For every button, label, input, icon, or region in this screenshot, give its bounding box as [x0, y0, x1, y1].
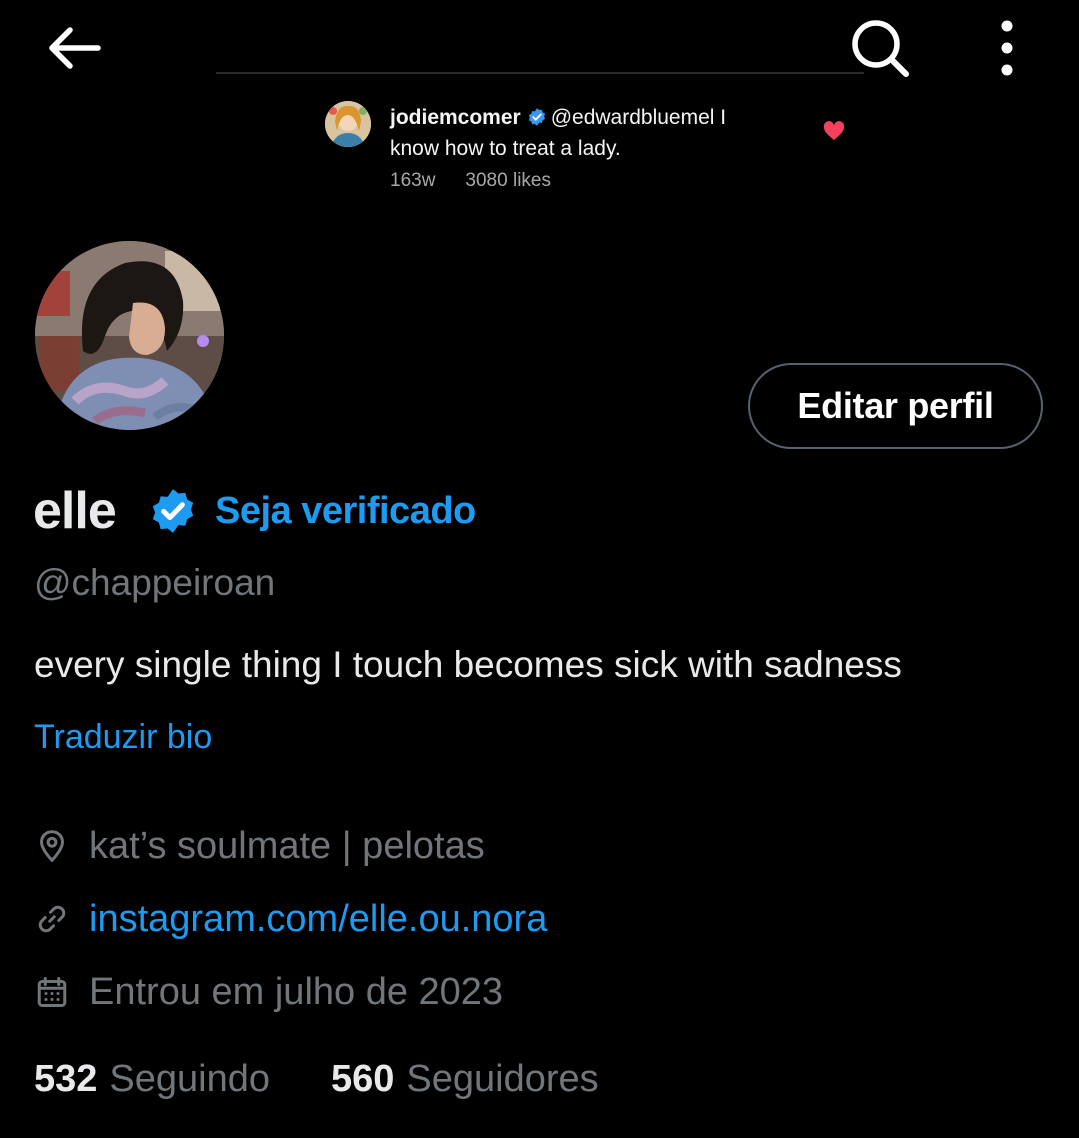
location-text: kat’s soulmate | pelotas	[89, 825, 485, 867]
translate-bio-link[interactable]: Traduzir bio	[34, 716, 212, 758]
calendar-icon	[34, 974, 70, 1010]
banner-divider	[216, 72, 864, 74]
comment-username: jodiemcomer	[390, 106, 521, 129]
more-options-button[interactable]	[984, 14, 1030, 82]
joined-date: Entrou em julho de 2023	[89, 971, 504, 1013]
comment-text: jodiemcomer @edwardbluemel I know how to …	[390, 104, 810, 163]
followers-label: Seguidores	[406, 1058, 599, 1100]
following-label: Seguindo	[109, 1058, 270, 1100]
comment-likes: 3080 likes	[465, 170, 551, 191]
followers-stat[interactable]: 560 Seguidores	[331, 1056, 599, 1102]
comment-text-line2: know how to treat a lady.	[390, 137, 621, 160]
following-stat[interactable]: 532 Seguindo	[34, 1056, 270, 1102]
arrow-left-icon	[49, 27, 101, 69]
website-link[interactable]: instagram.com/elle.ou.nora	[89, 896, 547, 942]
get-verified-link[interactable]: Seja verificado	[215, 487, 476, 535]
comment-avatar	[325, 101, 371, 147]
profile-avatar[interactable]	[35, 241, 224, 430]
followers-count: 560	[331, 1058, 395, 1100]
comment-text-line1: I	[714, 106, 727, 129]
heart-icon	[823, 121, 845, 141]
verified-badge-icon	[527, 107, 547, 135]
edit-profile-button[interactable]: Editar perfil	[748, 363, 1043, 449]
back-button[interactable]	[44, 18, 108, 78]
display-name: elle	[33, 482, 117, 540]
more-vertical-icon	[1001, 20, 1013, 76]
verified-badge-icon[interactable]	[148, 486, 198, 536]
comment-meta: 163w 3080 likes	[390, 170, 551, 192]
comment-age: 163w	[390, 170, 436, 191]
following-count: 532	[34, 1058, 98, 1100]
comment-mention: @edwardbluemel	[550, 106, 715, 129]
bio-text: every single thing I touch becomes sick …	[34, 644, 902, 685]
link-icon	[34, 901, 70, 937]
user-handle: @chappeiroan	[34, 562, 276, 603]
location-pin-icon	[34, 828, 70, 864]
